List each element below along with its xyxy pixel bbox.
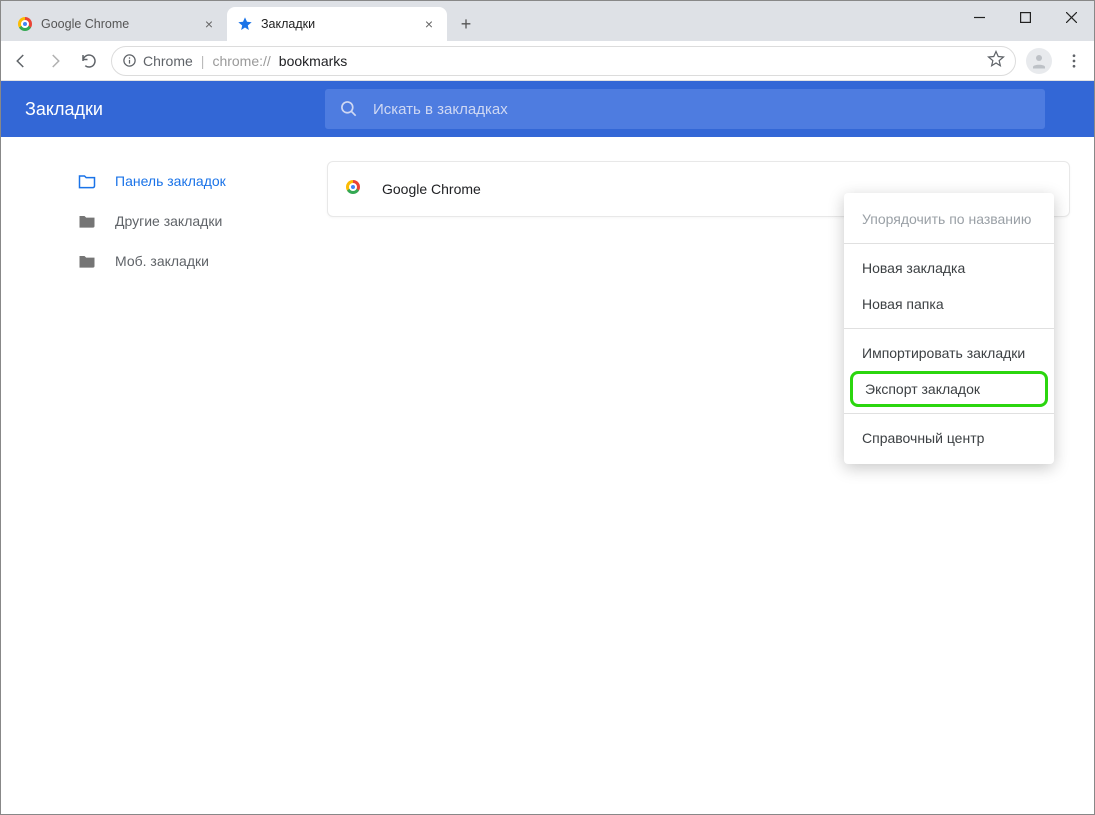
close-icon[interactable]: × [421,16,437,32]
search-icon [339,99,359,119]
menu-new-bookmark[interactable]: Новая закладка [844,250,1054,286]
menu-new-folder[interactable]: Новая папка [844,286,1054,322]
chrome-icon [346,180,364,198]
tab-title: Google Chrome [41,17,201,31]
sidebar-item-label: Другие закладки [115,213,222,229]
page-header: Закладки [1,81,1094,137]
profile-avatar-button[interactable] [1026,48,1052,74]
chip-separator: | [201,53,205,69]
folder-icon [77,251,97,271]
star-icon [237,16,253,32]
menu-separator [844,413,1054,414]
search-box[interactable] [325,89,1045,129]
site-chip[interactable]: Chrome [122,53,193,69]
browser-window: Google Chrome × Закладки × + [0,0,1095,815]
search-input[interactable] [373,101,1031,118]
minimize-button[interactable] [956,1,1002,33]
page-title: Закладки [25,99,325,120]
tab-bookmarks[interactable]: Закладки × [227,7,447,41]
menu-separator [844,328,1054,329]
close-window-button[interactable] [1048,1,1094,33]
reload-button[interactable] [77,49,101,73]
sidebar-item-label: Панель закладок [115,173,226,189]
menu-help-center[interactable]: Справочный центр [844,420,1054,456]
sidebar-item-other-bookmarks[interactable]: Другие закладки [77,201,327,241]
back-button[interactable] [9,49,33,73]
url-path: bookmarks [279,53,347,69]
site-chip-label: Chrome [143,53,193,69]
browser-menu-button[interactable] [1062,49,1086,73]
tab-title: Закладки [261,17,421,31]
info-icon [122,53,137,68]
url-prefix: chrome:// [212,53,270,69]
chrome-icon [17,16,33,32]
menu-export-bookmarks[interactable]: Экспорт закладок [850,371,1048,407]
titlebar: Google Chrome × Закладки × + [1,1,1094,41]
tab-strip: Google Chrome × Закладки × + [1,1,481,41]
window-controls [956,1,1094,33]
menu-separator [844,243,1054,244]
sidebar-item-mobile-bookmarks[interactable]: Моб. закладки [77,241,327,281]
menu-sort-by-name: Упорядочить по названию [844,201,1054,237]
toolbar: Chrome | chrome:// bookmarks [1,41,1094,81]
bookmarks-page: Закладки Панель закладок Другие з [1,81,1094,814]
folder-icon [77,171,97,191]
sidebar-item-bookmarks-bar[interactable]: Панель закладок [77,161,327,201]
menu-import-bookmarks[interactable]: Импортировать закладки [844,335,1054,371]
sidebar: Панель закладок Другие закладки Моб. зак… [1,137,327,814]
organize-menu: Упорядочить по названию Новая закладка Н… [844,193,1054,464]
sidebar-item-label: Моб. закладки [115,253,209,269]
folder-icon [77,211,97,231]
forward-button[interactable] [43,49,67,73]
bookmark-title: Google Chrome [382,181,481,197]
maximize-button[interactable] [1002,1,1048,33]
tab-google-chrome[interactable]: Google Chrome × [7,7,227,41]
address-bar[interactable]: Chrome | chrome:// bookmarks [111,46,1016,76]
new-tab-button[interactable]: + [451,9,481,39]
bookmark-star-button[interactable] [987,50,1005,71]
close-icon[interactable]: × [201,16,217,32]
